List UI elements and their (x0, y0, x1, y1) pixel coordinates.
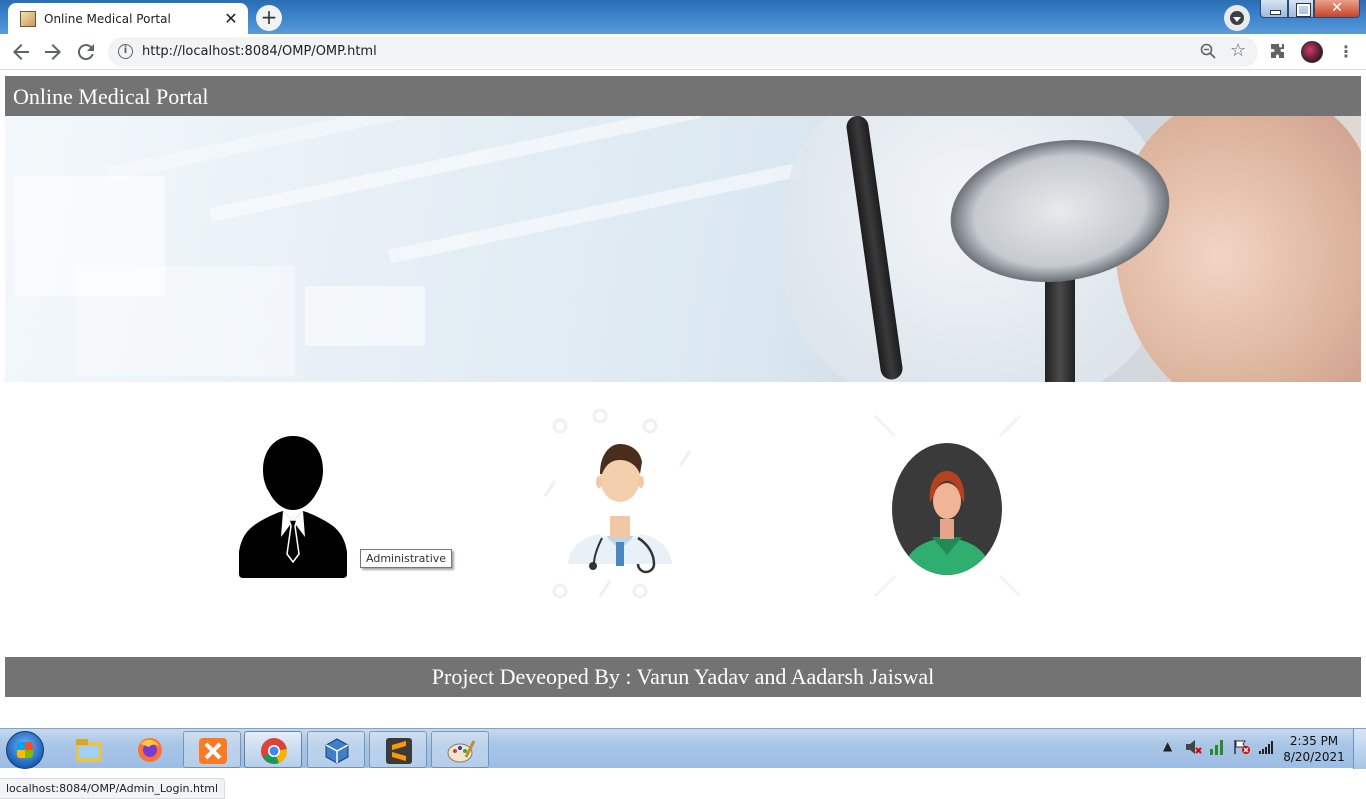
back-icon[interactable] (9, 40, 33, 64)
hover-tooltip: Administrative (360, 549, 453, 568)
taskbar-chrome[interactable] (244, 731, 302, 768)
system-clock[interactable]: 2:35 PM 8/20/2021 (1282, 733, 1346, 765)
url-text[interactable]: http://localhost:8084/OMP/OMP.html (142, 44, 377, 59)
taskbar-paint[interactable] (431, 731, 489, 768)
maximize-button[interactable] (1288, 0, 1314, 18)
footer-credits: Project Deveoped By : Varun Yadav and Aa… (431, 664, 935, 689)
performance-icon[interactable] (1209, 739, 1225, 758)
show-hidden-icons[interactable]: ▲ (1163, 739, 1172, 753)
taskbar-explorer[interactable] (60, 731, 118, 768)
role-patient-link[interactable] (870, 411, 1025, 601)
doctor-icon[interactable] (540, 406, 700, 606)
browser-tab-strip: Online Medical Portal ✕ + ✕ (0, 0, 1366, 34)
taskbar-xampp[interactable] (183, 731, 241, 768)
admin-silhouette-icon[interactable] (237, 436, 349, 578)
profile-avatar[interactable] (1301, 41, 1323, 63)
browser-toolbar: i http://localhost:8084/OMP/OMP.html ☆ ⋮ (0, 34, 1366, 70)
extensions-icon[interactable] (1270, 43, 1286, 63)
clock-date: 8/20/2021 (1283, 750, 1345, 764)
xampp-icon (199, 738, 227, 764)
role-selection: Administrative (0, 401, 1366, 661)
site-info-icon[interactable]: i (118, 44, 133, 59)
sublime-text-icon (386, 738, 412, 764)
taskbar-sublime[interactable] (369, 731, 427, 768)
window-close-button[interactable]: ✕ (1314, 0, 1360, 18)
patient-icon[interactable] (870, 411, 1025, 601)
tab-search-icon[interactable] (1224, 5, 1250, 31)
taskbar: ▲ 2:35 PM 8/20/2021 (0, 728, 1366, 769)
start-button[interactable] (6, 731, 44, 769)
minimize-button[interactable] (1260, 0, 1288, 18)
taskbar-firefox[interactable] (121, 731, 179, 768)
hero-banner-image (5, 116, 1361, 382)
clock-time: 2:35 PM (1289, 734, 1339, 748)
role-admin-link[interactable] (237, 436, 349, 578)
site-footer: Project Deveoped By : Varun Yadav and Aa… (5, 657, 1361, 697)
link-status-bar: localhost:8084/OMP/Admin_Login.html (0, 778, 226, 799)
bookmark-star-icon[interactable]: ☆ (1230, 40, 1246, 61)
volume-muted-icon[interactable] (1184, 739, 1202, 758)
page-title: Online Medical Portal (13, 84, 209, 109)
network-signal-icon[interactable] (1258, 739, 1274, 758)
folder-icon (76, 739, 102, 762)
tab-title: Online Medical Portal (44, 11, 171, 26)
new-tab-button[interactable]: + (256, 5, 282, 31)
site-header: Online Medical Portal (5, 76, 1361, 116)
zoom-icon[interactable] (1200, 43, 1216, 59)
reload-icon[interactable] (74, 40, 98, 64)
address-bar[interactable]: i http://localhost:8084/OMP/OMP.html ☆ (108, 37, 1258, 67)
page-viewport: Online Medical Portal Administrative Pro… (0, 71, 1366, 799)
page-favicon-icon (20, 10, 36, 27)
close-tab-icon[interactable]: ✕ (220, 9, 242, 28)
paint-icon (447, 740, 476, 763)
virtualbox-icon (325, 738, 349, 764)
stethoscope-tube-lower (1045, 266, 1075, 382)
forward-icon[interactable] (41, 40, 65, 64)
menu-icon[interactable]: ⋮ (1338, 42, 1354, 61)
show-desktop-button[interactable] (1353, 729, 1366, 769)
chrome-icon (261, 738, 288, 764)
browser-tab[interactable]: Online Medical Portal ✕ (8, 3, 248, 34)
taskbar-virtualbox[interactable] (307, 731, 365, 768)
action-center-alert-icon[interactable] (1233, 739, 1251, 758)
role-doctor-link[interactable] (540, 406, 700, 606)
hand-shape (1115, 116, 1361, 382)
firefox-icon (138, 738, 162, 762)
